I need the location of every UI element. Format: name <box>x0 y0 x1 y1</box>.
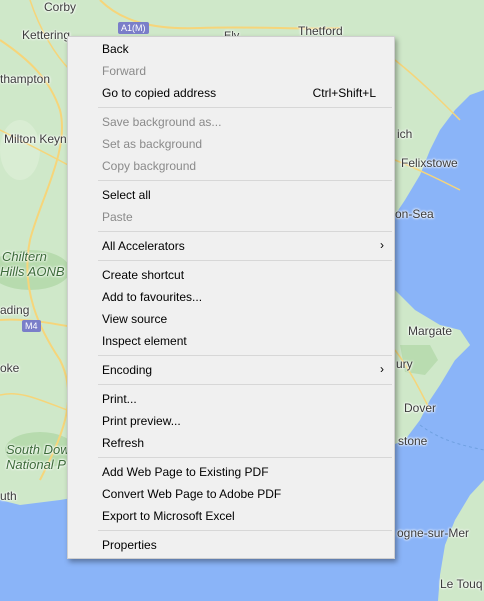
menu-item-forward[interactable]: Forward <box>68 60 394 82</box>
menu-separator <box>98 384 392 385</box>
map-label-south-downs: South Dow <box>6 442 70 457</box>
chevron-right-icon: › <box>380 238 384 252</box>
context-menu: Back Forward Go to copied address Ctrl+Sh… <box>67 36 395 559</box>
menu-item-encoding[interactable]: Encoding › <box>68 359 394 381</box>
menu-item-set-as-background[interactable]: Set as background <box>68 133 394 155</box>
menu-separator <box>98 231 392 232</box>
map-label-boulogne: ogne-sur-Mer <box>397 526 470 540</box>
menu-item-back[interactable]: Back <box>68 38 394 60</box>
menu-separator <box>98 457 392 458</box>
chevron-right-icon: › <box>380 362 384 376</box>
menu-item-save-background-as[interactable]: Save background as... <box>68 111 394 133</box>
map-label-hills-aonb: Hills AONB <box>0 264 65 279</box>
menu-item-add-web-page-to-pdf[interactable]: Add Web Page to Existing PDF <box>68 461 394 483</box>
menu-item-view-source[interactable]: View source <box>68 308 394 330</box>
map-label-dover: Dover <box>404 401 437 415</box>
menu-separator <box>98 355 392 356</box>
menu-separator <box>98 530 392 531</box>
map-label-ading: ading <box>0 303 30 317</box>
road-badge-m4: M4 <box>22 320 41 332</box>
menu-separator <box>98 180 392 181</box>
map-label-hampton: thampton <box>0 72 51 86</box>
menu-item-refresh[interactable]: Refresh <box>68 432 394 454</box>
map-label-ich: ich <box>397 127 413 141</box>
map-label-oke: oke <box>0 361 20 375</box>
menu-separator <box>98 260 392 261</box>
map-label-le-touquet: Le Touq <box>440 577 483 591</box>
menu-item-select-all[interactable]: Select all <box>68 184 394 206</box>
menu-item-print-preview[interactable]: Print preview... <box>68 410 394 432</box>
shortcut-label: Ctrl+Shift+L <box>312 86 376 100</box>
map-label-kettering: Kettering <box>22 28 71 42</box>
map-label-uth: uth <box>0 489 17 503</box>
menu-item-paste[interactable]: Paste <box>68 206 394 228</box>
map-label-on-sea: on-Sea <box>395 207 434 221</box>
map-label-corby: Corby <box>44 0 77 14</box>
map-label-ury: ury <box>396 357 413 371</box>
menu-separator <box>98 107 392 108</box>
menu-item-all-accelerators[interactable]: All Accelerators › <box>68 235 394 257</box>
map-label-margate: Margate <box>408 324 453 338</box>
menu-item-print[interactable]: Print... <box>68 388 394 410</box>
menu-item-create-shortcut[interactable]: Create shortcut <box>68 264 394 286</box>
map-label-national-park: National P <box>6 457 66 472</box>
menu-item-go-to-copied-address[interactable]: Go to copied address Ctrl+Shift+L <box>68 82 394 104</box>
menu-item-copy-background[interactable]: Copy background <box>68 155 394 177</box>
menu-item-inspect-element[interactable]: Inspect element <box>68 330 394 352</box>
menu-item-export-to-excel[interactable]: Export to Microsoft Excel <box>68 505 394 527</box>
map-label-stone: stone <box>398 434 428 448</box>
road-badge-a1m: A1(M) <box>118 22 149 34</box>
menu-item-add-to-favourites[interactable]: Add to favourites... <box>68 286 394 308</box>
map-label-milton-keynes: Milton Keyn <box>4 132 67 146</box>
map-label-felixstowe: Felixstowe <box>401 156 458 170</box>
menu-item-convert-to-pdf[interactable]: Convert Web Page to Adobe PDF <box>68 483 394 505</box>
menu-item-properties[interactable]: Properties <box>68 534 394 556</box>
map-label-chiltern: Chiltern <box>2 249 47 264</box>
